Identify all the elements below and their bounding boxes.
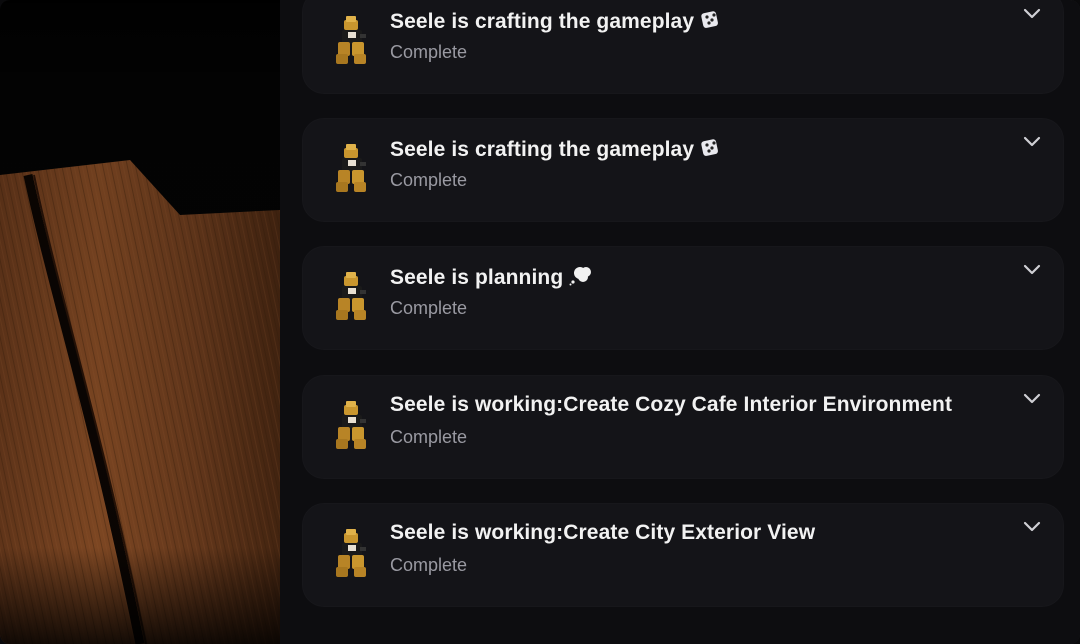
seele-avatar-icon bbox=[336, 401, 366, 449]
chevron-down-icon[interactable] bbox=[1022, 262, 1042, 276]
task-card-3[interactable]: Seele is planning Complete bbox=[302, 246, 1064, 350]
dice-icon bbox=[701, 11, 719, 28]
chevron-down-icon[interactable] bbox=[1022, 6, 1042, 20]
task-status: Complete bbox=[390, 555, 468, 575]
task-title-text: Seele is planning bbox=[390, 266, 564, 289]
wood-table-image bbox=[0, 0, 280, 644]
scene-preview bbox=[0, 0, 280, 644]
task-card-5[interactable]: Seele is working:Create City Exterior Vi… bbox=[302, 503, 1064, 607]
task-title: Seele is working:Create Cozy Cafe Interi… bbox=[390, 393, 952, 417]
thought-bubble-icon bbox=[569, 267, 592, 286]
task-card-4[interactable]: Seele is working:Create Cozy Cafe Interi… bbox=[302, 375, 1064, 479]
title-emoji bbox=[569, 264, 595, 292]
task-title-text: Seele is working:Create City Exterior Vi… bbox=[390, 521, 816, 544]
task-title-text: Seele is working:Create Cozy Cafe Interi… bbox=[390, 393, 953, 416]
chevron-down-icon[interactable] bbox=[1022, 519, 1042, 533]
chevron-down-icon[interactable] bbox=[1022, 134, 1042, 148]
seele-avatar-icon bbox=[336, 16, 366, 64]
dice-icon bbox=[701, 139, 719, 156]
task-status: Complete bbox=[390, 42, 468, 62]
task-status: Complete bbox=[390, 298, 468, 318]
seele-avatar-icon bbox=[336, 144, 366, 192]
app-window: Seele is crafting the gameplay Complete … bbox=[0, 0, 1080, 644]
chevron-down-icon[interactable] bbox=[1022, 391, 1042, 405]
task-card-2[interactable]: Seele is crafting the gameplay Complete bbox=[302, 118, 1064, 222]
task-status: Complete bbox=[390, 170, 468, 190]
title-emoji bbox=[700, 8, 722, 36]
seele-avatar-icon bbox=[336, 272, 366, 320]
task-title: Seele is crafting the gameplay bbox=[390, 136, 722, 164]
task-title-text: Seele is crafting the gameplay bbox=[390, 138, 695, 161]
seele-avatar-icon bbox=[336, 529, 366, 577]
task-list: Seele is crafting the gameplay Complete … bbox=[280, 0, 1080, 644]
task-title: Seele is working:Create City Exterior Vi… bbox=[390, 521, 815, 545]
title-emoji bbox=[700, 136, 722, 164]
task-card-1[interactable]: Seele is crafting the gameplay Complete bbox=[302, 0, 1064, 94]
task-title-text: Seele is crafting the gameplay bbox=[390, 10, 695, 33]
task-status: Complete bbox=[390, 427, 468, 447]
task-title: Seele is crafting the gameplay bbox=[390, 8, 722, 36]
task-title: Seele is planning bbox=[390, 264, 595, 292]
